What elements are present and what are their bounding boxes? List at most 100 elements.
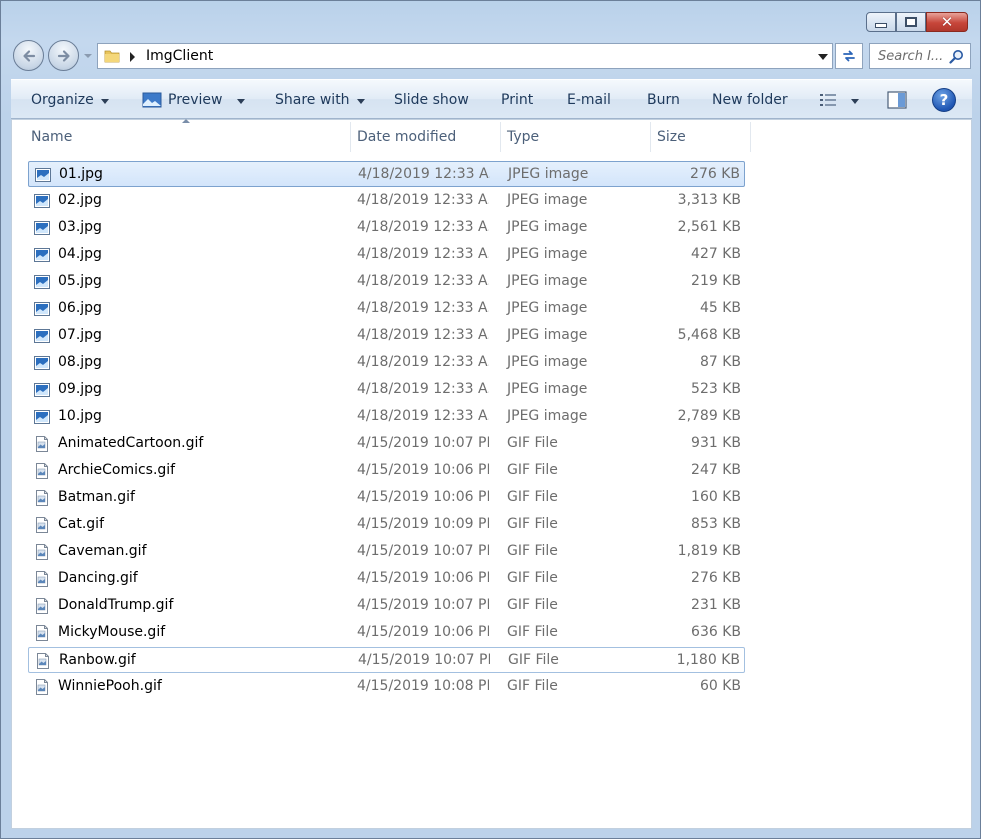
gif-file-icon: [36, 436, 48, 452]
file-row[interactable]: 03.jpg 4/18/2019 12:33 A... JPEG image 2,56…: [28, 215, 745, 241]
file-size: 853 KB: [691, 516, 741, 532]
file-type: GIF File: [507, 570, 558, 586]
file-type: JPEG image: [507, 219, 588, 235]
back-button[interactable]: [13, 40, 44, 71]
search-icon[interactable]: [949, 49, 964, 64]
chevron-down-icon: [356, 98, 365, 104]
minimize-button[interactable]: [866, 12, 896, 32]
slide-show-button[interactable]: Slide show: [394, 80, 469, 120]
file-type: JPEG image: [507, 354, 588, 370]
new-folder-button[interactable]: New folder: [712, 80, 788, 120]
file-date-modified: 4/15/2019 10:06 PM: [357, 489, 489, 505]
chevron-down-icon: [100, 98, 109, 104]
file-type: GIF File: [507, 597, 558, 613]
gif-file-icon: [36, 598, 48, 614]
refresh-icon: [843, 50, 855, 62]
file-type: GIF File: [507, 516, 558, 532]
file-type: GIF File: [507, 624, 558, 640]
file-row[interactable]: 10.jpg 4/18/2019 12:33 A... JPEG image 2,78…: [28, 404, 745, 430]
file-date-modified: 4/18/2019 12:33 A...: [357, 273, 489, 289]
file-row[interactable]: 06.jpg 4/18/2019 12:33 A... JPEG image 45 K…: [28, 296, 745, 322]
file-name: 09.jpg: [58, 381, 102, 397]
file-row[interactable]: 09.jpg 4/18/2019 12:33 A... JPEG image 523 …: [28, 377, 745, 403]
file-row[interactable]: Dancing.gif 4/15/2019 10:06 PM GIF File 276…: [28, 566, 745, 592]
address-dropdown-icon[interactable]: [818, 54, 828, 60]
column-header-date-modified[interactable]: Date modified: [357, 120, 456, 154]
file-size: 636 KB: [691, 624, 741, 640]
file-name: ArchieComics.gif: [58, 462, 176, 478]
file-row[interactable]: Cat.gif 4/15/2019 10:09 PM GIF File 853 KB: [28, 512, 745, 538]
file-name: 05.jpg: [58, 273, 102, 289]
share-with-menu[interactable]: Share with: [275, 80, 365, 120]
column-separator[interactable]: [500, 122, 501, 152]
file-row[interactable]: 08.jpg 4/18/2019 12:33 A... JPEG image 87 K…: [28, 350, 745, 376]
burn-button[interactable]: Burn: [647, 80, 680, 120]
breadcrumb-imgclient[interactable]: ImgClient: [146, 48, 213, 64]
file-name: Batman.gif: [58, 489, 135, 505]
file-name: 02.jpg: [58, 192, 102, 208]
file-row[interactable]: Caveman.gif 4/15/2019 10:07 PM GIF File 1,8…: [28, 539, 745, 565]
file-size: 87 KB: [699, 354, 741, 370]
preview-menu[interactable]: Preview: [142, 80, 245, 120]
file-row[interactable]: 07.jpg 4/18/2019 12:33 A... JPEG image 5,46…: [28, 323, 745, 349]
refresh-button[interactable]: [835, 43, 863, 69]
print-button[interactable]: Print: [501, 80, 533, 120]
email-label: E-mail: [567, 92, 611, 108]
organize-menu[interactable]: Organize: [31, 80, 109, 120]
file-size: 2,561 KB: [677, 219, 741, 235]
file-date-modified: 4/15/2019 10:09 PM: [357, 516, 489, 532]
file-row[interactable]: WinniePooh.gif 4/15/2019 10:08 PM GIF File…: [28, 674, 745, 700]
jpeg-image-icon: [34, 383, 50, 397]
column-separator[interactable]: [350, 122, 351, 152]
preview-label: Preview: [168, 92, 223, 108]
jpeg-image-icon: [34, 275, 50, 289]
forward-button[interactable]: [48, 40, 79, 71]
file-type: GIF File: [507, 489, 558, 505]
breadcrumb-chevron-icon[interactable]: [130, 52, 135, 62]
file-name: Ranbow.gif: [59, 652, 136, 668]
column-header-name-label: Name: [31, 129, 73, 145]
column-header-type[interactable]: Type: [507, 120, 539, 154]
file-type: JPEG image: [507, 327, 588, 343]
slide-show-label: Slide show: [394, 92, 469, 108]
file-row[interactable]: 05.jpg 4/18/2019 12:33 A... JPEG image 219 …: [28, 269, 745, 295]
file-list-view[interactable]: Name Date modified Type Size 01.jpg 4/18/…: [11, 119, 972, 829]
file-row[interactable]: 02.jpg 4/18/2019 12:33 A... JPEG image 3,31…: [28, 188, 745, 214]
recent-pages-dropdown-icon[interactable]: [83, 51, 93, 61]
change-view-button[interactable]: [819, 80, 859, 120]
column-header-name[interactable]: Name: [31, 120, 72, 154]
file-type: JPEG image: [508, 166, 589, 182]
file-row[interactable]: AnimatedCartoon.gif 4/15/2019 10:07 PM GIF…: [28, 431, 745, 457]
maximize-button[interactable]: [896, 12, 926, 32]
file-row[interactable]: ArchieComics.gif 4/15/2019 10:06 PM GIF Fi…: [28, 458, 745, 484]
file-date-modified: 4/18/2019 12:33 A...: [357, 381, 489, 397]
file-size: 3,313 KB: [677, 192, 741, 208]
address-bar[interactable]: ImgClient: [97, 43, 833, 69]
file-type: JPEG image: [507, 192, 588, 208]
file-size: 60 KB: [699, 678, 741, 694]
file-row[interactable]: DonaldTrump.gif 4/15/2019 10:07 PM GIF Fil…: [28, 593, 745, 619]
file-name: 01.jpg: [59, 166, 103, 182]
file-row[interactable]: 04.jpg 4/18/2019 12:33 A... JPEG image 427 …: [28, 242, 745, 268]
file-row[interactable]: Batman.gif 4/15/2019 10:06 PM GIF File 160 …: [28, 485, 745, 511]
help-button[interactable]: ?: [932, 80, 956, 120]
file-name: AnimatedCartoon.gif: [58, 435, 204, 451]
file-row[interactable]: MickyMouse.gif 4/15/2019 10:06 PM GIF File…: [28, 620, 745, 646]
file-name: 04.jpg: [58, 246, 102, 262]
column-separator[interactable]: [650, 122, 651, 152]
gif-file-icon: [36, 679, 48, 695]
maximize-icon: [905, 17, 917, 27]
jpeg-image-icon: [34, 302, 50, 316]
file-date-modified: 4/18/2019 12:33 A...: [357, 192, 489, 208]
window-caption-buttons: ✕: [866, 12, 968, 32]
file-type: JPEG image: [507, 273, 588, 289]
file-row[interactable]: 01.jpg 4/18/2019 12:33 A... JPEG image 276 …: [28, 161, 745, 187]
preview-pane-button[interactable]: [887, 80, 907, 120]
column-header-size[interactable]: Size: [657, 120, 686, 154]
file-date-modified: 4/15/2019 10:07 PM: [357, 597, 489, 613]
email-button[interactable]: E-mail: [567, 80, 611, 120]
close-button[interactable]: ✕: [926, 12, 968, 32]
file-row[interactable]: Ranbow.gif 4/15/2019 10:07 PM GIF File 1,18…: [28, 647, 745, 673]
column-separator[interactable]: [750, 122, 751, 152]
search-input[interactable]: Search I...: [869, 43, 971, 69]
